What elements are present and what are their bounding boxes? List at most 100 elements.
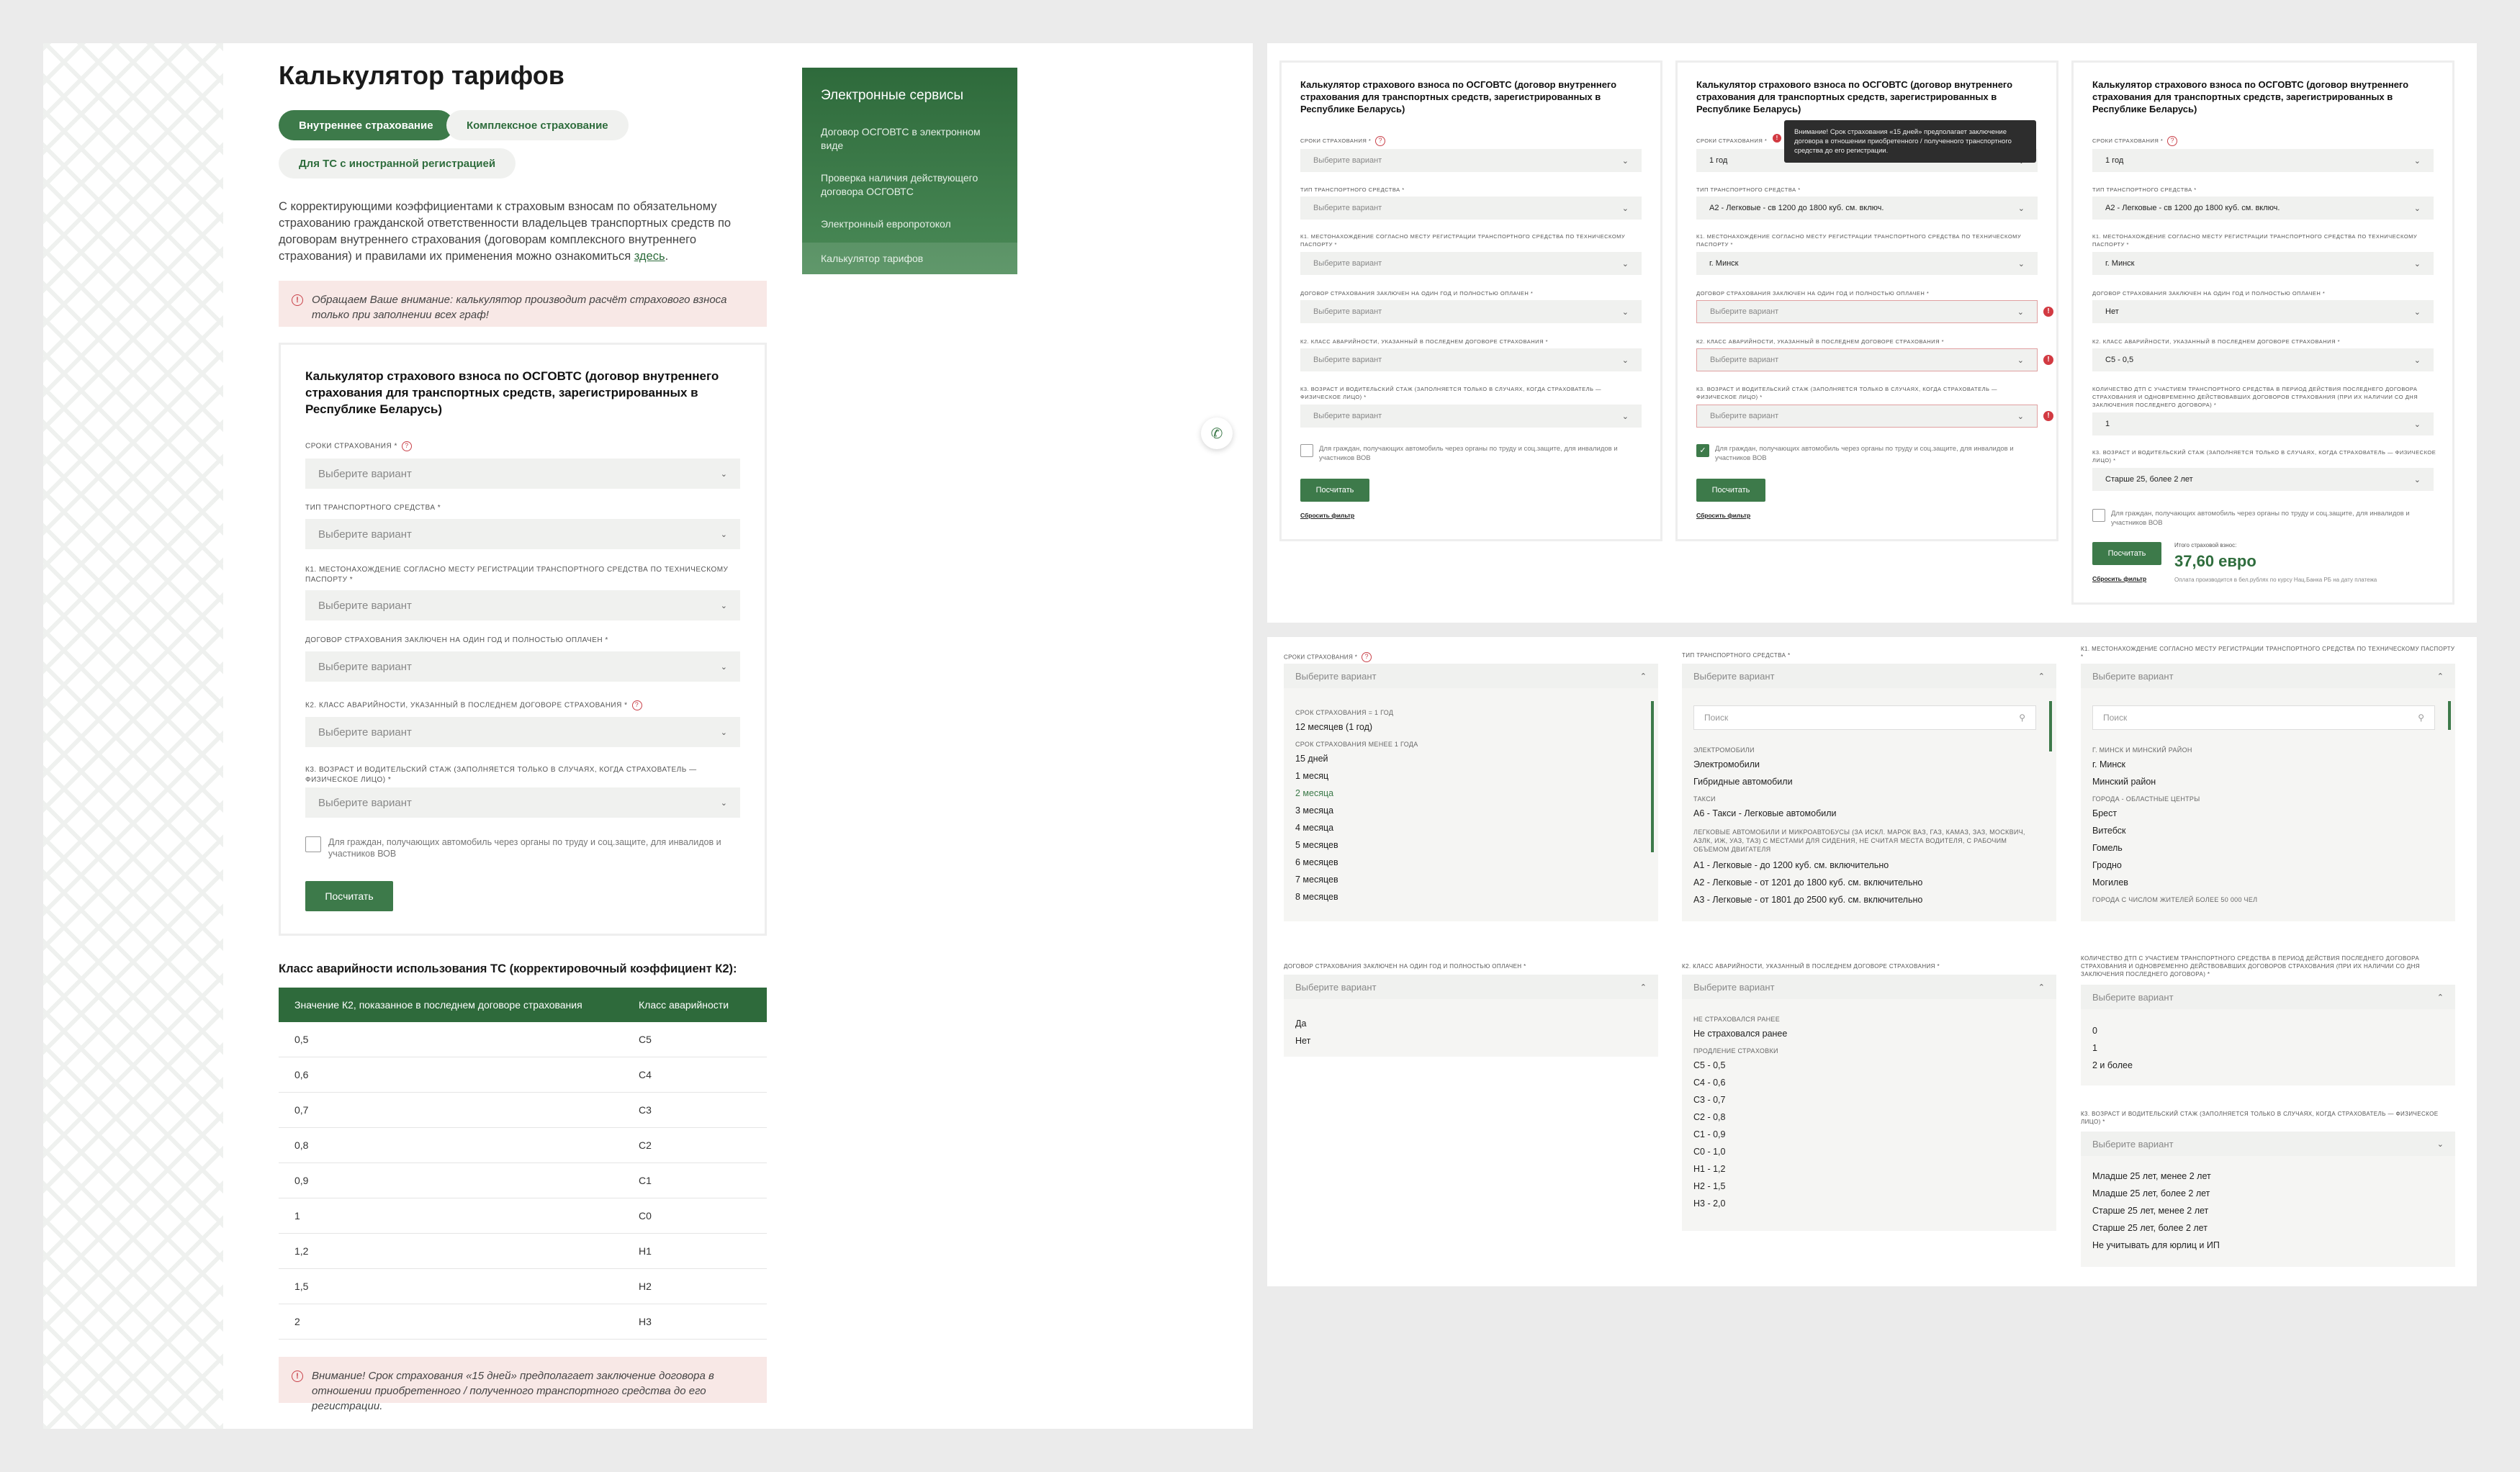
select-vehicle[interactable]: Выберите вариант ⌃ xyxy=(1682,664,2056,688)
select-k3[interactable]: Выберите вариант ⌄ xyxy=(1300,405,1642,428)
option-item[interactable]: С2 - 0,8 xyxy=(1693,1108,2039,1126)
select-k3[interactable]: Выберите вариант ⌄ xyxy=(305,787,740,818)
select-vehicle[interactable]: Выберите вариант ⌄ xyxy=(1300,197,1642,220)
phone-callback-icon[interactable]: ✆ xyxy=(1201,417,1233,449)
option-item[interactable]: 12 месяцев (1 год) xyxy=(1295,718,1641,736)
option-item[interactable]: Младше 25 лет, менее 2 лет xyxy=(2092,1168,2438,1185)
help-icon[interactable]: ? xyxy=(401,441,412,451)
option-item[interactable]: С3 - 0,7 xyxy=(1693,1091,2039,1108)
select-vehicle[interactable]: Выберите вариант ⌄ xyxy=(305,519,740,549)
help-icon[interactable]: ? xyxy=(631,700,642,710)
select-k1[interactable]: Выберите вариант ⌃ xyxy=(2081,664,2455,688)
option-item[interactable]: Не страховался ранее xyxy=(1693,1025,2039,1042)
help-icon[interactable]: ? xyxy=(1362,652,1372,662)
help-icon[interactable]: ! xyxy=(1773,134,1781,143)
select-contract[interactable]: Выберите вариант ⌄ xyxy=(1696,300,2038,323)
option-item[interactable]: Брест xyxy=(2092,805,2438,822)
select-k2[interactable]: Выберите вариант ⌃ xyxy=(1682,975,2056,999)
select-term[interactable]: Выберите вариант ⌄ xyxy=(305,459,740,489)
option-item[interactable]: С5 - 0,5 xyxy=(1693,1057,2039,1074)
option-item[interactable]: Младше 25 лет, более 2 лет xyxy=(2092,1185,2438,1202)
option-item[interactable]: Н2 - 1,5 xyxy=(1693,1178,2039,1195)
option-item[interactable]: С1 - 0,9 xyxy=(1693,1126,2039,1143)
select-k3[interactable]: Выберите вариант ⌄ xyxy=(2081,1132,2455,1156)
option-item[interactable]: А6 - Такси - Легковые автомобили xyxy=(1693,805,2039,822)
tab-foreign[interactable]: Для ТС с иностранной регистрацией xyxy=(279,148,516,179)
scrollbar[interactable] xyxy=(2049,701,2052,751)
option-item[interactable]: С0 - 1,0 xyxy=(1693,1143,2039,1160)
help-icon[interactable]: ? xyxy=(2167,136,2178,147)
select-contract[interactable]: Выберите вариант ⌄ xyxy=(305,651,740,682)
option-item[interactable]: 2 месяца xyxy=(1295,785,1641,802)
option-item[interactable]: Электромобили xyxy=(1693,756,2039,773)
option-item[interactable]: Гомель xyxy=(2092,839,2438,857)
benefit-checkbox[interactable] xyxy=(2092,509,2105,522)
search-input[interactable]: Поиск ⚲ xyxy=(1693,705,2036,730)
option-item[interactable]: А2 - Легковые - от 1201 до 1800 куб. см.… xyxy=(1693,874,2039,891)
benefit-checkbox[interactable] xyxy=(305,836,321,852)
select-contract[interactable]: Нет ⌄ xyxy=(2092,300,2434,323)
option-item[interactable]: А1 - Легковые - до 1200 куб. см. включит… xyxy=(1693,857,2039,874)
select-term[interactable]: 1 год⌄ xyxy=(2092,149,2434,172)
option-item[interactable]: 8 месяцев xyxy=(1295,888,1641,906)
option-item[interactable]: 0 xyxy=(2092,1022,2438,1039)
select-vehicle[interactable]: А2 - Легковые - св 1200 до 1800 куб. см.… xyxy=(1696,197,2038,220)
benefit-checkbox[interactable]: ✓ xyxy=(1696,444,1709,457)
select-vehicle[interactable]: А2 - Легковые - св 1200 до 1800 куб. см.… xyxy=(2092,197,2434,220)
option-item[interactable]: Нет xyxy=(1295,1032,1641,1049)
service-item-contract[interactable]: Договор ОСГОВТС в электронном виде xyxy=(821,125,1001,153)
option-item[interactable]: Не учитывать для юрлиц и ИП xyxy=(2092,1237,2438,1254)
option-item[interactable]: Гродно xyxy=(2092,857,2438,874)
search-input[interactable]: Поиск ⚲ xyxy=(2092,705,2435,730)
select-term[interactable]: Выберите вариант ⌄ xyxy=(1300,149,1642,172)
option-item[interactable]: Н1 - 1,2 xyxy=(1693,1160,2039,1178)
option-item[interactable]: 3 месяца xyxy=(1295,802,1641,819)
tab-internal[interactable]: Внутреннее страхование xyxy=(279,110,454,140)
service-item-calculator[interactable]: Калькулятор тарифов xyxy=(802,243,1017,274)
select-k1[interactable]: г. Минск ⌄ xyxy=(2092,252,2434,275)
reset-filter-link[interactable]: Сбросить фильтр xyxy=(1300,512,1354,519)
select-accidents[interactable]: 1 ⌄ xyxy=(2092,412,2434,435)
reset-filter-link[interactable]: Сбросить фильтр xyxy=(2092,575,2146,582)
tab-complex[interactable]: Комплексное страхование xyxy=(446,110,629,140)
select-k1[interactable]: Выберите вариант ⌄ xyxy=(305,590,740,620)
option-item[interactable]: Старше 25 лет, более 2 лет xyxy=(2092,1219,2438,1237)
option-item[interactable]: 1 xyxy=(2092,1039,2438,1057)
benefit-checkbox[interactable] xyxy=(1300,444,1313,457)
service-item-check[interactable]: Проверка наличия действующего договора О… xyxy=(821,171,1001,199)
select-k3[interactable]: Выберите вариант ⌄ xyxy=(1696,405,2038,428)
select-k2[interactable]: С5 - 0,5 ⌄ xyxy=(2092,348,2434,371)
select-contract[interactable]: Выберите вариант ⌄ xyxy=(1300,300,1642,323)
select-k3[interactable]: Старше 25, более 2 лет ⌄ xyxy=(2092,468,2434,491)
option-item[interactable]: Да xyxy=(1295,1015,1641,1032)
service-item-europrotocol[interactable]: Электронный европротокол xyxy=(821,217,1001,231)
option-item[interactable]: 7 месяцев xyxy=(1295,871,1641,888)
select-k1[interactable]: г. Минск ⌄ xyxy=(1696,252,2038,275)
calculate-button[interactable]: Посчитать xyxy=(2092,542,2161,565)
option-item[interactable]: 1 месяц xyxy=(1295,767,1641,785)
select-k2[interactable]: Выберите вариант ⌄ xyxy=(1696,348,2038,371)
option-item[interactable]: 2 и более xyxy=(2092,1057,2438,1074)
select-k2[interactable]: Выберите вариант ⌄ xyxy=(1300,348,1642,371)
option-item[interactable]: А3 - Легковые - от 1801 до 2500 куб. см.… xyxy=(1693,891,2039,908)
select-k2[interactable]: Выберите вариант ⌄ xyxy=(305,717,740,747)
option-item[interactable]: С4 - 0,6 xyxy=(1693,1074,2039,1091)
option-item[interactable]: Витебск xyxy=(2092,822,2438,839)
intro-link[interactable]: здесь xyxy=(634,250,665,263)
option-item[interactable]: г. Минск xyxy=(2092,756,2438,773)
select-k1[interactable]: Выберите вариант ⌄ xyxy=(1300,252,1642,275)
option-item[interactable]: Гибридные автомобили xyxy=(1693,773,2039,790)
calculate-button[interactable]: Посчитать xyxy=(1300,479,1369,502)
option-item[interactable]: Старше 25 лет, менее 2 лет xyxy=(2092,1202,2438,1219)
select-contract[interactable]: Выберите вариант ⌃ xyxy=(1284,975,1658,999)
option-item[interactable]: 4 месяца xyxy=(1295,819,1641,836)
reset-filter-link[interactable]: Сбросить фильтр xyxy=(1696,512,1750,519)
select-term[interactable]: Выберите вариант ⌃ xyxy=(1284,664,1658,688)
calculate-button[interactable]: Посчитать xyxy=(305,881,393,911)
scrollbar[interactable] xyxy=(2448,701,2451,730)
option-item[interactable]: Могилев xyxy=(2092,874,2438,891)
option-item[interactable]: 6 месяцев xyxy=(1295,854,1641,871)
scrollbar[interactable] xyxy=(1651,701,1654,852)
option-item[interactable]: 5 месяцев xyxy=(1295,836,1641,854)
option-item[interactable]: Минский район xyxy=(2092,773,2438,790)
